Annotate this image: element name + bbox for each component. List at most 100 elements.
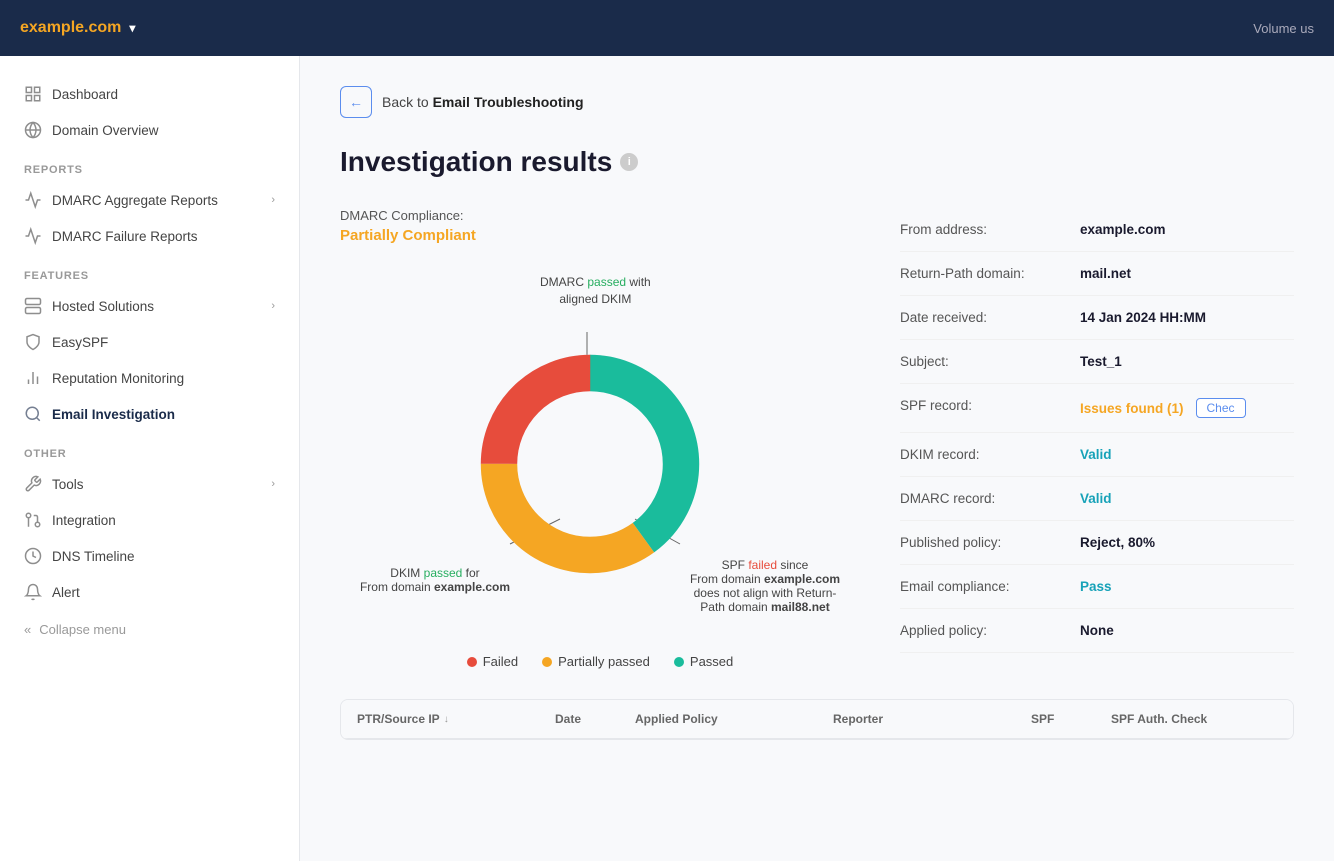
spf-value-row: Issues found (1) Chec <box>1080 398 1246 418</box>
passed-label: passed <box>587 275 626 289</box>
th-applied-policy-label: Applied Policy <box>635 712 718 726</box>
th-reporter: Reporter <box>817 700 1015 738</box>
sidebar-item-easyspf[interactable]: EasySPF <box>0 324 299 360</box>
value-dkim-record: Valid <box>1080 447 1112 462</box>
th-date: Date <box>539 700 619 738</box>
th-spf-auth: SPF Auth. Check <box>1095 700 1293 738</box>
domain-selector[interactable]: example.com ▾ <box>20 19 135 37</box>
label-from-address: From address: <box>900 222 1060 237</box>
globe-icon <box>24 121 42 139</box>
sidebar-item-dashboard[interactable]: Dashboard <box>0 76 299 112</box>
info-row-subject: Subject: Test_1 <box>900 340 1294 384</box>
sidebar-item-hosted-solutions[interactable]: Hosted Solutions › <box>0 288 299 324</box>
topbar: example.com ▾ Volume us <box>0 0 1334 56</box>
label-spf-record: SPF record: <box>900 398 1060 413</box>
annotation-top-text: DMARC passed withaligned DKIM <box>540 275 651 306</box>
value-spf-record: Issues found (1) <box>1080 401 1184 416</box>
sidebar-item-integration[interactable]: Integration <box>0 502 299 538</box>
spf-return-path: mail88.net <box>771 600 830 614</box>
tools-icon <box>24 475 42 493</box>
sidebar-item-dmarc-failure[interactable]: DMARC Failure Reports <box>0 218 299 254</box>
sidebar-label-dmarc-aggregate: DMARC Aggregate Reports <box>52 193 218 208</box>
back-button[interactable]: ← <box>340 86 372 118</box>
th-spf: SPF <box>1015 700 1095 738</box>
legend-dot-passed <box>674 657 684 667</box>
info-row-date-received: Date received: 14 Jan 2024 HH:MM <box>900 296 1294 340</box>
th-spf-auth-label: SPF Auth. Check <box>1111 712 1207 726</box>
th-reporter-label: Reporter <box>833 712 883 726</box>
legend-passed: Passed <box>674 654 733 669</box>
section-features: FEATURES <box>0 254 299 288</box>
info-row-from-address: From address: example.com <box>900 208 1294 252</box>
collapse-icon: « <box>24 622 31 637</box>
chart-icon <box>24 191 42 209</box>
back-text: Back to Email Troubleshooting <box>382 94 584 110</box>
back-arrow-icon: ← <box>349 94 363 110</box>
dkim-domain: example.com <box>434 580 510 594</box>
legend-partial: Partially passed <box>542 654 650 669</box>
sidebar-item-tools[interactable]: Tools › <box>0 466 299 502</box>
th-ptr-source-label: PTR/Source IP <box>357 712 440 726</box>
sidebar-label-alert: Alert <box>52 585 80 600</box>
sidebar-label-tools: Tools <box>52 477 84 492</box>
th-applied-policy: Applied Policy <box>619 700 817 738</box>
legend-label-partial: Partially passed <box>558 654 650 669</box>
dkim-passed-label: passed <box>424 566 463 580</box>
info-row-spf-record: SPF record: Issues found (1) Chec <box>900 384 1294 433</box>
th-date-label: Date <box>555 712 581 726</box>
info-row-dmarc-record: DMARC record: Valid <box>900 477 1294 521</box>
back-destination: Email Troubleshooting <box>433 94 584 110</box>
tools-chevron-icon: › <box>271 478 275 490</box>
table-header: PTR/Source IP ↓ Date Applied Policy Repo… <box>341 700 1293 739</box>
legend-label-failed: Failed <box>483 654 518 669</box>
value-email-compliance: Pass <box>1080 579 1112 594</box>
annotation-bottom-right: SPF failed sinceFrom domain example.comd… <box>650 558 880 614</box>
back-label: Back to <box>382 94 433 110</box>
sidebar-item-dns-timeline[interactable]: DNS Timeline <box>0 538 299 574</box>
value-dmarc-record: Valid <box>1080 491 1112 506</box>
legend-failed: Failed <box>467 654 518 669</box>
value-published-policy: Reject, 80% <box>1080 535 1155 550</box>
label-email-compliance: Email compliance: <box>900 579 1060 594</box>
collapse-menu[interactable]: « Collapse menu <box>0 610 299 649</box>
collapse-label: Collapse menu <box>39 622 126 637</box>
value-subject: Test_1 <box>1080 354 1122 369</box>
dns-icon <box>24 547 42 565</box>
info-panel: From address: example.com Return-Path do… <box>900 208 1294 669</box>
label-published-policy: Published policy: <box>900 535 1060 550</box>
sidebar-label-reputation: Reputation Monitoring <box>52 371 184 386</box>
sidebar-label-email-investigation: Email Investigation <box>52 407 175 422</box>
grid-icon <box>24 85 42 103</box>
info-row-email-compliance: Email compliance: Pass <box>900 565 1294 609</box>
info-row-applied-policy: Applied policy: None <box>900 609 1294 653</box>
label-applied-policy: Applied policy: <box>900 623 1060 638</box>
label-return-path: Return-Path domain: <box>900 266 1060 281</box>
value-applied-policy: None <box>1080 623 1114 638</box>
label-dkim-record: DKIM record: <box>900 447 1060 462</box>
label-date-received: Date received: <box>900 310 1060 325</box>
th-ptr-source[interactable]: PTR/Source IP ↓ <box>341 700 539 738</box>
spf-from-domain: example.com <box>764 572 840 586</box>
check-button[interactable]: Chec <box>1196 398 1246 418</box>
sidebar-label-easyspf: EasySPF <box>52 335 108 350</box>
info-row-return-path: Return-Path domain: mail.net <box>900 252 1294 296</box>
legend-label-passed: Passed <box>690 654 733 669</box>
main-content: ← Back to Email Troubleshooting Investig… <box>300 56 1334 861</box>
spf-failed-label: failed <box>748 558 777 572</box>
info-icon[interactable]: i <box>620 153 638 171</box>
chart-area: DMARC Compliance: Partially Compliant DM… <box>340 208 860 669</box>
back-link[interactable]: ← Back to Email Troubleshooting <box>340 86 1294 118</box>
donut-chart-svg <box>460 334 720 594</box>
dmarc-compliance-label: DMARC Compliance: <box>340 208 860 223</box>
sidebar-item-reputation[interactable]: Reputation Monitoring <box>0 360 299 396</box>
chart-legend: Failed Partially passed Passed <box>340 654 860 669</box>
sidebar-item-email-investigation[interactable]: Email Investigation <box>0 396 299 432</box>
sidebar-label-hosted-solutions: Hosted Solutions <box>52 299 154 314</box>
sidebar-label-dmarc-failure: DMARC Failure Reports <box>52 229 198 244</box>
sidebar-label-domain-overview: Domain Overview <box>52 123 159 138</box>
sidebar-label-dns-timeline: DNS Timeline <box>52 549 135 564</box>
sidebar-item-domain-overview[interactable]: Domain Overview <box>0 112 299 148</box>
sidebar-item-alert[interactable]: Alert <box>0 574 299 610</box>
domain-chevron: ▾ <box>129 21 135 35</box>
sidebar-item-dmarc-aggregate[interactable]: DMARC Aggregate Reports › <box>0 182 299 218</box>
